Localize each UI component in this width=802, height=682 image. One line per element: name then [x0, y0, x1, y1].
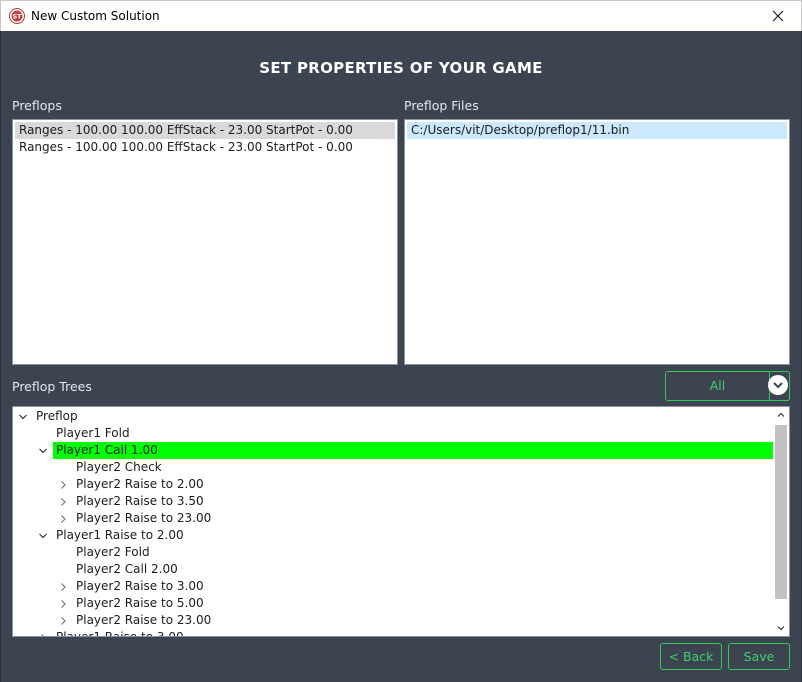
tree-node[interactable]: Player2 Raise to 3.50: [13, 493, 773, 510]
tree-node[interactable]: Player2 Raise to 2.00: [13, 476, 773, 493]
title-bar: ST New Custom Solution: [0, 0, 802, 31]
tree-node[interactable]: Preflop: [13, 408, 773, 425]
tree-node[interactable]: Player2 Call 2.00: [13, 561, 773, 578]
preflop-list-item[interactable]: Ranges - 100.00 100.00 EffStack - 23.00 …: [15, 122, 395, 139]
collapsed-chevron-icon[interactable]: [57, 510, 69, 527]
tree-node-label: Player2 Fold: [76, 545, 150, 559]
preflop-file-item[interactable]: C:/Users/vit/Desktop/preflop1/11.bin: [407, 122, 787, 139]
tree-node-label: Player1 Raise to 3.00: [56, 630, 184, 637]
tree-node[interactable]: Player1 Raise to 3.00: [13, 629, 773, 637]
tree-node-label: Player2 Check: [76, 460, 162, 474]
collapsed-chevron-icon[interactable]: [57, 476, 69, 493]
dropdown-toggle[interactable]: [768, 375, 788, 395]
preflop-files-label: Preflop Files: [404, 98, 479, 113]
collapsed-chevron-icon[interactable]: [37, 629, 49, 636]
expanded-chevron-icon[interactable]: [17, 408, 29, 425]
scroll-down-button[interactable]: [773, 620, 789, 636]
back-button[interactable]: < Back: [660, 643, 722, 670]
tree-node-label: Player2 Raise to 23.00: [76, 511, 212, 525]
tree-node[interactable]: Player2 Check: [13, 459, 773, 476]
svg-text:ST: ST: [12, 13, 22, 21]
preflop-list-item[interactable]: Ranges - 100.00 100.00 EffStack - 23.00 …: [15, 139, 395, 156]
save-button[interactable]: Save: [728, 643, 790, 670]
page-title: SET PROPERTIES OF YOUR GAME: [259, 59, 543, 77]
tree-node-label: Preflop: [36, 409, 78, 423]
collapsed-chevron-icon[interactable]: [57, 595, 69, 612]
tree-node[interactable]: Player2 Raise to 23.00: [13, 510, 773, 527]
tree-node-label: Player2 Raise to 3.50: [76, 494, 204, 508]
tree-node[interactable]: Player2 Raise to 5.00: [13, 595, 773, 612]
tree-node-label: Player2 Call 2.00: [76, 562, 178, 576]
tree-node[interactable]: Player2 Raise to 3.00: [13, 578, 773, 595]
tree-node[interactable]: Player2 Fold: [13, 544, 773, 561]
preflop-files-list[interactable]: C:/Users/vit/Desktop/preflop1/11.bin: [404, 119, 790, 365]
tree-filter-value: All: [709, 378, 726, 393]
tree-node-label: Player1 Fold: [56, 426, 130, 440]
tree-node-label: Player2 Raise to 2.00: [76, 477, 204, 491]
tree-filter-dropdown[interactable]: All: [665, 371, 790, 401]
preflop-trees-label: Preflop Trees: [12, 379, 92, 394]
tree-node-label: Player1 Call 1.00: [53, 442, 773, 459]
preflop-tree[interactable]: Preflop Player1 Fold Player1 Call 1.00 P…: [12, 406, 790, 637]
scroll-up-button[interactable]: [773, 407, 789, 423]
tree-node-selected[interactable]: Player1 Call 1.00: [13, 442, 773, 459]
tree-node-label: Player2 Raise to 23.00: [76, 613, 212, 627]
window-title: New Custom Solution: [31, 9, 160, 23]
preflops-label: Preflops: [12, 98, 62, 113]
chevron-down-icon: [773, 382, 783, 389]
preflops-list[interactable]: Ranges - 100.00 100.00 EffStack - 23.00 …: [12, 119, 398, 365]
tree-node-label: Player2 Raise to 5.00: [76, 596, 204, 610]
chevron-up-icon: [777, 412, 785, 417]
close-icon: [772, 10, 784, 22]
collapsed-chevron-icon[interactable]: [57, 493, 69, 510]
close-button[interactable]: [755, 1, 801, 31]
chevron-down-icon: [777, 626, 785, 631]
tree-node-label: Player1 Raise to 2.00: [56, 528, 184, 542]
collapsed-chevron-icon[interactable]: [57, 578, 69, 595]
tree-node[interactable]: Player1 Raise to 2.00: [13, 527, 773, 544]
expanded-chevron-icon[interactable]: [37, 442, 49, 459]
tree-node[interactable]: Player1 Fold: [13, 425, 773, 442]
collapsed-chevron-icon[interactable]: [57, 612, 69, 629]
tree-node-label: Player2 Raise to 3.00: [76, 579, 204, 593]
expanded-chevron-icon[interactable]: [37, 527, 49, 544]
app-logo-icon: ST: [9, 8, 25, 24]
tree-node[interactable]: Player2 Raise to 23.00: [13, 612, 773, 629]
scroll-thumb[interactable]: [775, 425, 787, 599]
tree-scrollbar[interactable]: [773, 407, 789, 636]
